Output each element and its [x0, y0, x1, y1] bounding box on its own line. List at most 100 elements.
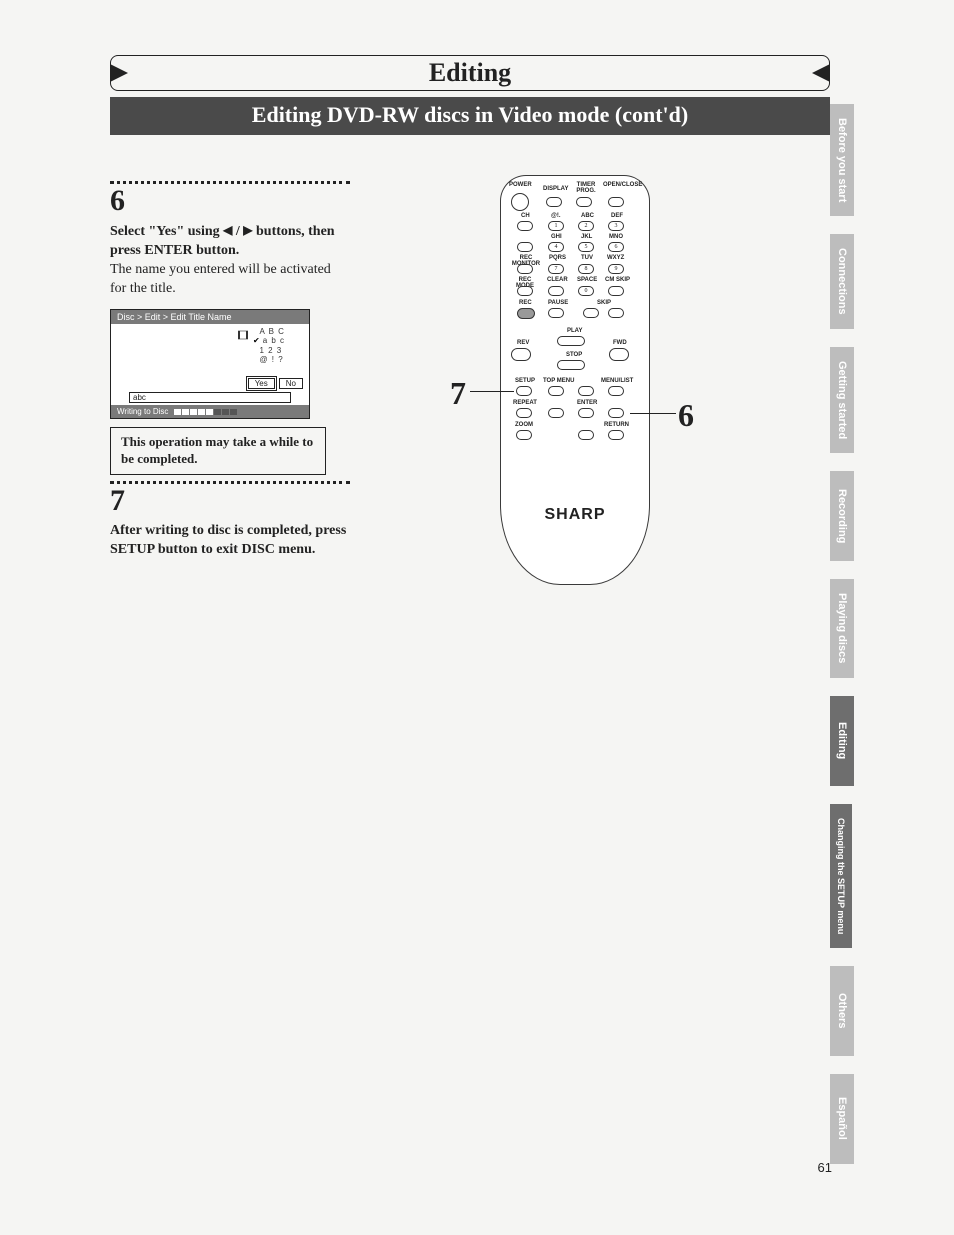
tv-name-field: abc [129, 392, 291, 403]
label-zoom: ZOOM [515, 422, 533, 428]
label-skip: SKIP [597, 300, 611, 306]
fwd-button [609, 348, 629, 361]
btn-2: 2 [578, 221, 594, 231]
btn-5: 5 [578, 242, 594, 252]
step7-instruction: After writing to disc is completed, pres… [110, 522, 350, 560]
charset-opt-sym: @ ! ? [253, 355, 309, 365]
step6-text-a: Select "Yes" using [110, 224, 223, 239]
menu-list-button [608, 386, 624, 396]
label-1: @!. [551, 213, 561, 219]
remote-body: POWER DISPLAY TIMER PROG. OPEN/CLOSE @!.… [500, 175, 650, 585]
callout-7: 7 [450, 375, 466, 412]
charset-opt-upper: A B C [253, 327, 309, 337]
manual-page: Editing Editing DVD-RW discs in Video mo… [110, 55, 830, 605]
up-button [578, 386, 594, 396]
skip-prev-button [583, 308, 599, 318]
charset-opt-lower: ✔a b c [253, 336, 309, 346]
open-close-button [608, 197, 624, 207]
ch-down-button [517, 242, 533, 252]
return-button [608, 430, 624, 440]
tab-connections: Connections [830, 234, 854, 329]
display-button [546, 197, 562, 207]
ch-up-button [517, 221, 533, 231]
btn-8: 8 [578, 264, 594, 274]
tab-before-you-start: Before you start [830, 104, 854, 216]
tv-charset-list: A B C ✔a b c 1 2 3 @ ! ? [253, 324, 309, 376]
label-abc: ABC [581, 213, 594, 219]
step-number-6: 6 [110, 186, 350, 216]
callout-7-line [470, 391, 514, 392]
right-column: POWER DISPLAY TIMER PROG. OPEN/CLOSE @!.… [350, 175, 830, 605]
setup-button [516, 386, 532, 396]
tab-playing-discs: Playing discs [830, 579, 854, 677]
right-button [608, 408, 624, 418]
power-button [511, 193, 529, 211]
divider [110, 481, 350, 484]
btn-9: 9 [608, 264, 624, 274]
tv-breadcrumb: Disc > Edit > Edit Title Name [111, 310, 309, 324]
label-ghi: GHI [551, 234, 562, 240]
tab-editing: Editing [830, 696, 854, 786]
step6-detail: The name you entered will be activated f… [110, 261, 350, 299]
label-display: DISPLAY [543, 186, 568, 192]
btn-1: 1 [548, 221, 564, 231]
left-column: 6 Select "Yes" using ◀ / ▶ buttons, then… [110, 175, 350, 605]
label-pqrs: PQRS [549, 255, 566, 261]
check-icon: ✔ [253, 336, 261, 345]
tv-footer-label: Writing to Disc [117, 407, 168, 416]
label-play: PLAY [567, 328, 582, 334]
label-tuv: TUV [581, 255, 593, 261]
label-space: SPACE [577, 277, 597, 283]
label-open-close: OPEN/CLOSE [603, 182, 639, 188]
timer-prog-button [576, 197, 592, 207]
clear-button [548, 286, 564, 296]
label-stop: STOP [566, 352, 582, 358]
btn-7: 7 [548, 264, 564, 274]
cm-skip-button [608, 286, 624, 296]
label-setup: SETUP [515, 378, 535, 384]
remote-control-illustration: POWER DISPLAY TIMER PROG. OPEN/CLOSE @!.… [460, 175, 700, 605]
label-wxyz: WXYZ [607, 255, 624, 261]
charset-opt-num: 1 2 3 [253, 346, 309, 356]
label-power: POWER [509, 182, 532, 188]
title-frame: Editing [110, 55, 830, 91]
callout-6-line [630, 413, 676, 414]
tv-screen-mock: Disc > Edit > Edit Title Name A B C ✔a b… [110, 309, 310, 420]
label-fwd: FWD [613, 340, 627, 346]
tab-others: Others [830, 966, 854, 1056]
label-top-menu: TOP MENU [543, 378, 574, 384]
callout-6: 6 [678, 397, 694, 434]
label-clear: CLEAR [547, 277, 568, 283]
tv-preview-pane [111, 324, 253, 376]
enter-button [578, 408, 594, 418]
label-ch: CH [521, 213, 530, 219]
label-pause: PAUSE [548, 300, 568, 306]
tab-changing-setup: Changing the SETUP menu [830, 804, 852, 948]
triangle-right-icon: ▶ [243, 222, 252, 238]
side-tabs: Before you start Connections Getting sta… [830, 104, 858, 1182]
label-timer-prog: TIMER PROG. [574, 182, 598, 194]
tv-yes-button: Yes [248, 378, 275, 390]
down-button [578, 430, 594, 440]
btn-0: 0 [578, 286, 594, 296]
tv-no-button: No [279, 378, 303, 390]
page-title: Editing [111, 56, 829, 90]
zoom-button [516, 430, 532, 440]
tab-getting-started: Getting started [830, 347, 854, 453]
tab-espanol: Español [830, 1074, 854, 1164]
progress-bar [174, 409, 237, 415]
subtitle: Editing DVD-RW discs in Video mode (cont… [110, 97, 830, 135]
btn-3: 3 [608, 221, 624, 231]
step6-text-b: / [232, 224, 243, 239]
step-number-7: 7 [110, 486, 350, 516]
label-enter: ENTER [577, 400, 597, 406]
tv-footer: Writing to Disc [111, 405, 309, 418]
triangle-left-icon: ◀ [223, 222, 232, 238]
rec-mode-button [517, 286, 533, 296]
label-jkl: JKL [581, 234, 592, 240]
repeat-button [516, 408, 532, 418]
label-cm-skip: CM SKIP [605, 277, 630, 283]
left-button [548, 408, 564, 418]
label-menu-list: MENU/LIST [601, 378, 633, 384]
play-button [557, 336, 585, 346]
